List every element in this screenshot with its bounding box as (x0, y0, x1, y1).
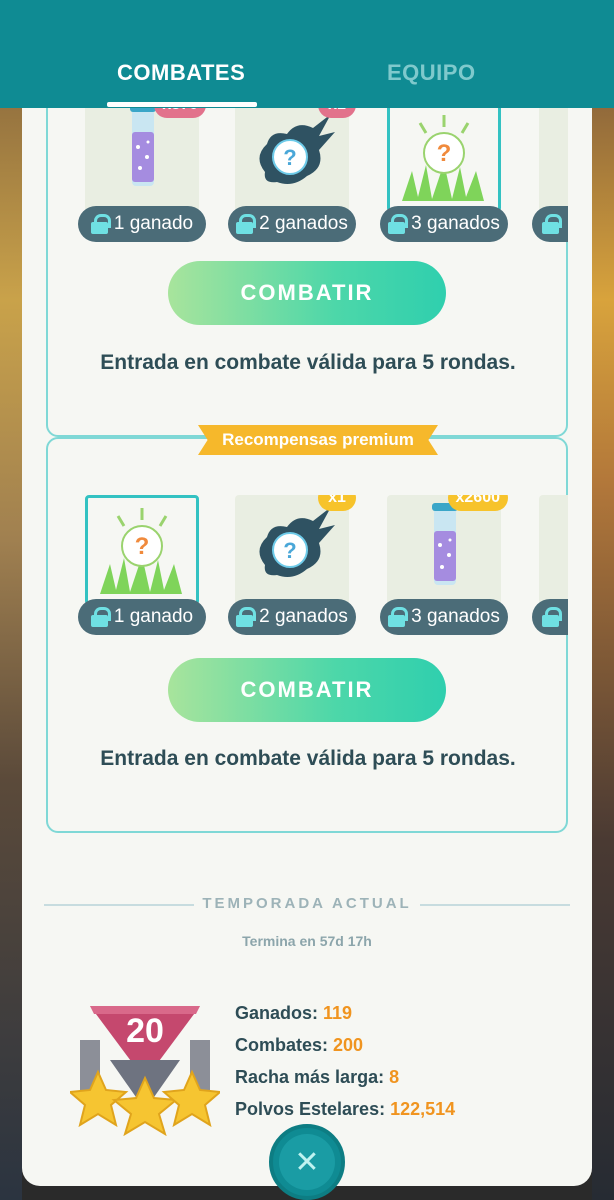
reward-tile (539, 102, 568, 212)
svg-text:?: ? (283, 145, 296, 170)
reward-tile: ? (85, 495, 199, 605)
rank-level: 20 (126, 1012, 164, 1050)
won-label: 1 ganado (113, 606, 194, 627)
won-label: 1 ganado (113, 213, 194, 234)
lock-icon (236, 214, 257, 234)
premium-rewards-card: Recompensas premium ? 1 ganado ? x1 2 ga… (46, 425, 568, 833)
won-label: 3 ganados (411, 606, 500, 627)
won-pill (532, 206, 568, 242)
won-pill: 1 ganado (78, 599, 206, 635)
lock-icon (388, 607, 409, 627)
reward-tile (387, 495, 501, 605)
stat-longest-streak: Racha más larga: 8 (235, 1067, 400, 1087)
mystery-encounter-icon: ? (100, 508, 182, 594)
tab-combates[interactable]: COMBATES (117, 60, 245, 86)
free-reward-row[interactable]: x870 1 ganado ? x1 2 gan (48, 102, 568, 252)
reward-item[interactable]: ? x1 2 ganados (228, 102, 356, 242)
lock-icon (388, 214, 409, 234)
star-piece-icon (130, 104, 156, 186)
reward-item[interactable]: ? 3 ganados (380, 102, 508, 242)
won-pill: 1 ganado (78, 206, 206, 242)
battle-panel: x870 1 ganado ? x1 2 gan (22, 0, 592, 1186)
combat-entry-note: Entrada en combate válida para 5 rondas. (100, 351, 516, 374)
combat-entry-note: Entrada en combate válida para 5 rondas. (100, 747, 516, 770)
mystery-pokemon-icon: ? (259, 507, 335, 577)
lock-icon (90, 607, 111, 627)
combat-button[interactable]: COMBATIR (168, 261, 446, 325)
stat-stardust: Polvos Estelares: 122,514 (235, 1099, 456, 1119)
close-icon: ✕ (279, 1134, 335, 1190)
reward-tile: ? (235, 495, 349, 605)
season-title: TEMPORADA ACTUAL (202, 895, 412, 912)
top-tab-bar: COMBATES EQUIPO (0, 0, 614, 108)
background-right (592, 0, 614, 1200)
reward-item[interactable] (532, 102, 568, 242)
svg-text:?: ? (283, 538, 296, 563)
won-pill: 3 ganados (380, 206, 508, 242)
season-stats: Ganados: 119 Combates: 200 Racha más lar… (235, 1003, 455, 1131)
lock-icon (236, 607, 257, 627)
reward-tile: ? (387, 102, 501, 212)
season-ends: Termina en 57d 17h (242, 933, 372, 949)
stat-wins: Ganados: 119 (235, 1003, 353, 1023)
won-pill: 2 ganados (228, 599, 356, 635)
background-left (0, 0, 22, 1200)
close-button[interactable]: ✕ (269, 1124, 345, 1200)
premium-banner: Recompensas premium (198, 425, 438, 455)
svg-text:?: ? (437, 140, 452, 167)
reward-item[interactable]: x2600 3 ganados (380, 495, 508, 635)
stat-battles: Combates: 200 (235, 1035, 364, 1055)
lock-icon (542, 214, 562, 234)
active-tab-indicator (107, 102, 257, 107)
svg-text:?: ? (135, 533, 150, 560)
combat-button[interactable]: COMBATIR (168, 658, 446, 722)
premium-reward-row[interactable]: ? 1 ganado ? x1 2 ganados x2600 3 ganado… (48, 495, 568, 645)
won-label: 2 ganados (259, 606, 348, 627)
quantity-badge: x2600 (447, 495, 508, 511)
reward-item[interactable] (532, 495, 568, 635)
lock-icon (542, 607, 562, 627)
reward-tile: ? (235, 102, 349, 212)
reward-tile (539, 495, 568, 605)
reward-item[interactable]: x870 1 ganado (78, 102, 206, 242)
reward-tile (85, 102, 199, 212)
won-label: 2 ganados (259, 213, 348, 234)
reward-item[interactable]: ? 1 ganado (78, 495, 206, 635)
rank-badge: 20 (67, 1000, 223, 1137)
mystery-pokemon-icon: ? (259, 114, 335, 184)
lock-icon (90, 214, 111, 234)
quantity-badge: x1 (318, 495, 356, 511)
won-pill (532, 599, 568, 635)
stardust-icon (432, 503, 458, 585)
reward-item[interactable]: ? x1 2 ganados (228, 495, 356, 635)
tab-equipo[interactable]: EQUIPO (387, 60, 476, 86)
mystery-encounter-icon: ? (402, 115, 484, 201)
won-pill: 2 ganados (228, 206, 356, 242)
won-label: 3 ganados (411, 213, 500, 234)
won-pill: 3 ganados (380, 599, 508, 635)
